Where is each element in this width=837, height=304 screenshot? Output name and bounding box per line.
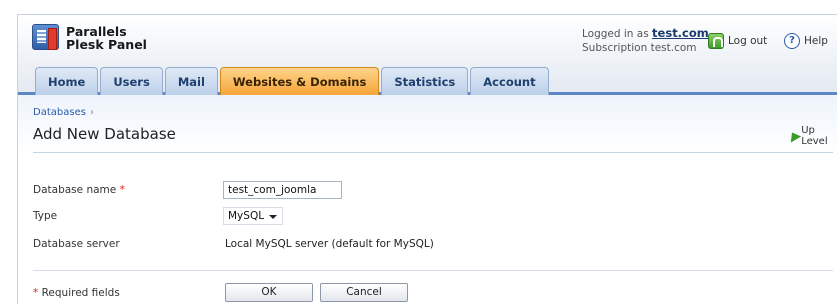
main-content: Databases › Add New Database Up Level Dat… [18,95,837,304]
tab-websites-domains[interactable]: Websites & Domains [219,67,380,95]
ok-button[interactable]: OK [225,283,313,302]
db-name-label: Database name [33,184,117,196]
logged-in-prefix: Logged in as [582,28,649,40]
plesk-logo-icon [32,24,59,50]
chevron-down-icon [269,215,277,219]
logout-label: Log out [728,35,768,47]
db-name-label-row: Database name * [33,184,125,196]
logo-text: Parallels Plesk Panel [66,25,147,51]
page-title: Add New Database [33,125,176,143]
breadcrumb-separator: › [89,107,94,118]
plesk-window: Parallels Plesk Panel Logged in as test.… [17,14,837,304]
type-select-value: MySQL [228,210,265,222]
help-label: Help [804,35,828,47]
help-button[interactable]: ? Help [784,33,828,49]
user-info: Logged in as test.com Subscription test.… [582,26,709,55]
up-level-label: Up Level [801,125,828,147]
tab-statistics[interactable]: Statistics [381,67,469,95]
server-label: Database server [33,238,120,250]
type-label: Type [33,210,58,222]
main-tabs: Home Users Mail Websites & Domains Stati… [35,67,549,95]
up-arrow-icon [788,130,798,142]
logout-button[interactable]: Log out [708,33,767,49]
up-level-button[interactable]: Up Level [788,125,837,147]
required-note-marker: * [33,287,39,299]
tab-users[interactable]: Users [100,67,163,95]
tab-home[interactable]: Home [35,67,99,95]
required-note-text: Required fields [41,287,120,299]
form-divider [33,270,833,271]
required-marker: * [119,184,125,196]
subscription-label: Subscription test.com [582,42,697,54]
server-value: Local MySQL server (default for MySQL) [225,238,434,250]
cancel-button[interactable]: Cancel [320,283,408,302]
help-icon: ? [784,33,800,49]
breadcrumb: Databases › [33,107,94,118]
logout-icon [708,33,724,49]
breadcrumb-databases[interactable]: Databases [33,107,86,118]
username-link[interactable]: test.com [652,26,709,40]
header: Parallels Plesk Panel Logged in as test.… [18,15,837,95]
db-name-input[interactable] [223,181,342,199]
tab-mail[interactable]: Mail [164,67,218,95]
type-select[interactable]: MySQL [223,207,283,225]
title-divider [33,152,833,153]
logo-line-2: Plesk Panel [66,37,147,52]
required-note: * Required fields [33,287,120,299]
tab-account[interactable]: Account [470,67,549,95]
